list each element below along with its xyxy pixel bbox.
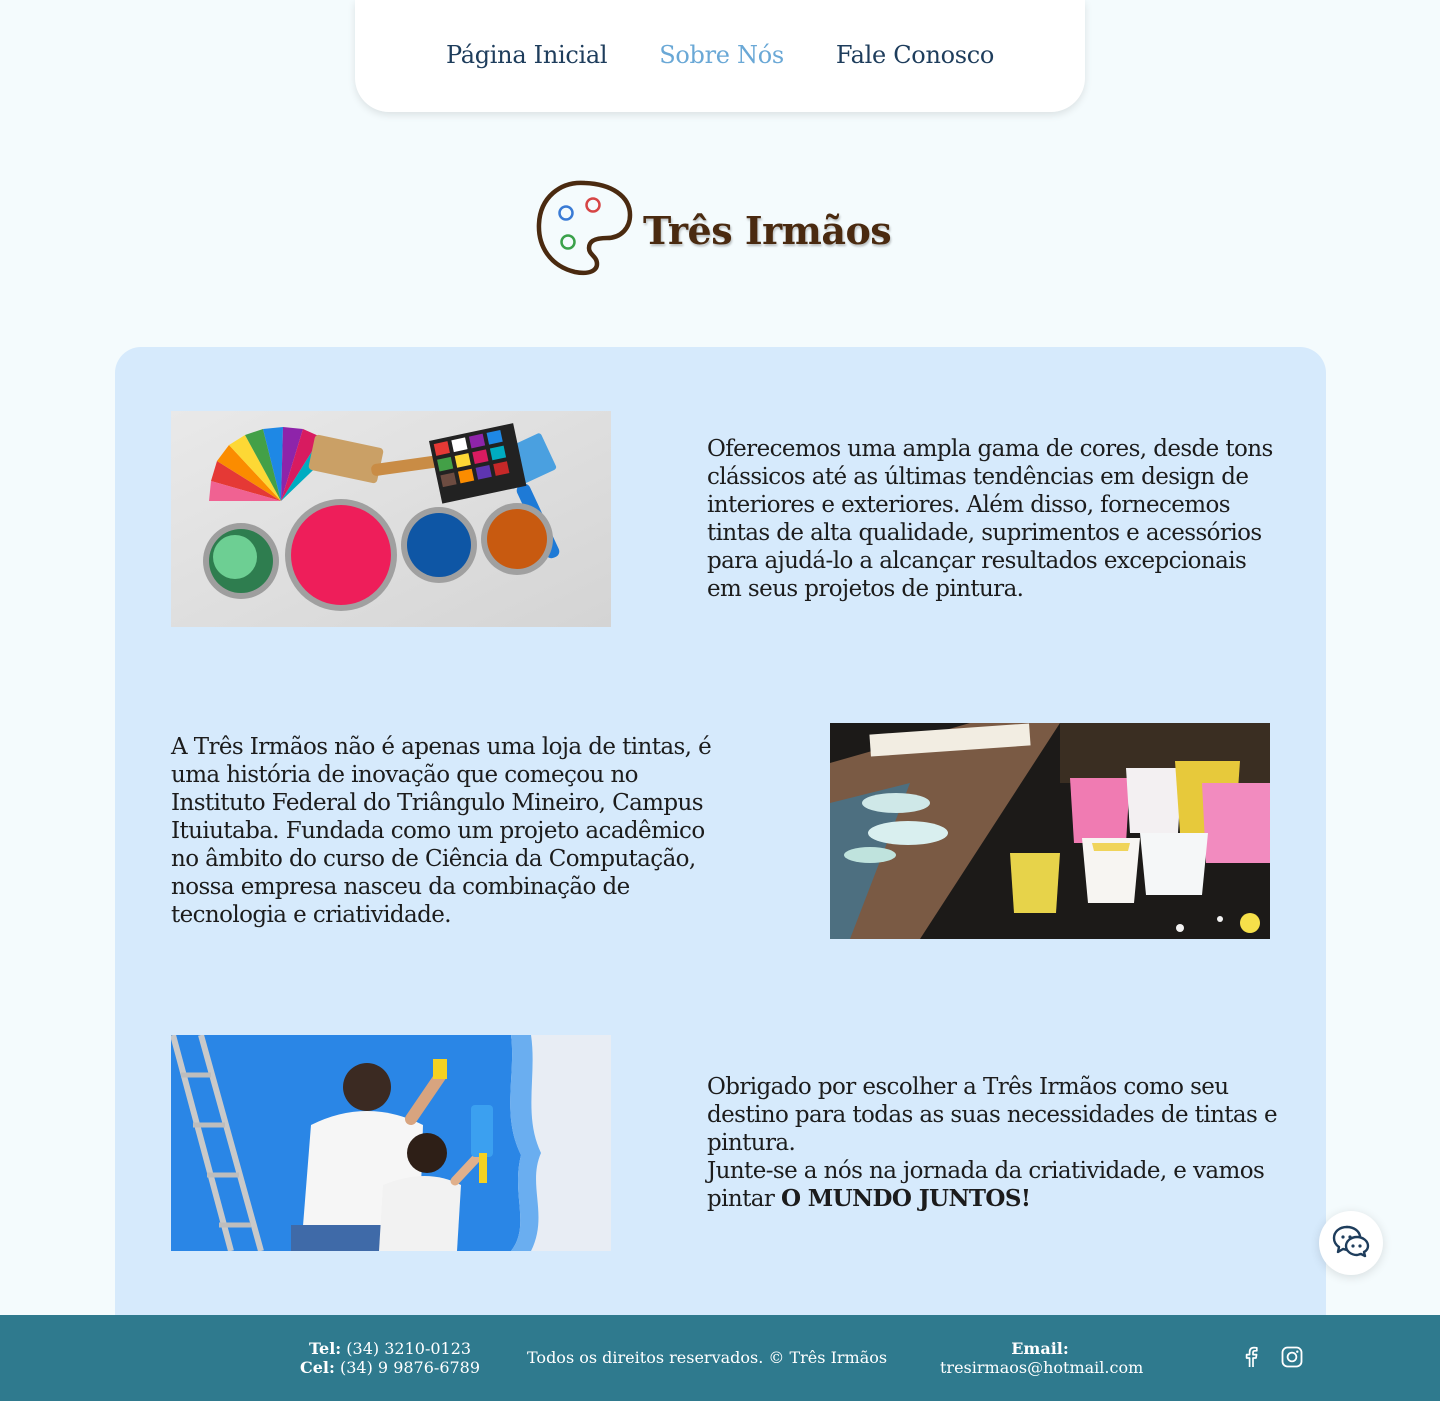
thanks-paragraph: Obrigado por escolher a Três Irmãos como… bbox=[707, 1073, 1278, 1213]
instagram-icon[interactable] bbox=[1280, 1345, 1304, 1373]
chat-bubbles-icon bbox=[1332, 1224, 1370, 1262]
nav-link-about[interactable]: Sobre Nós bbox=[659, 41, 784, 69]
email-address[interactable]: tresirmaos@hotmail.com bbox=[940, 1358, 1143, 1377]
thanks-line: Obrigado por escolher a Três Irmãos como… bbox=[707, 1074, 1278, 1156]
tel-label: Tel: bbox=[308, 1339, 342, 1358]
footer: Tel: (34) 3210-0123 Cel: (34) 9 9876-678… bbox=[0, 1315, 1440, 1401]
paint-supplies-image bbox=[171, 411, 611, 627]
chat-button[interactable] bbox=[1319, 1211, 1383, 1275]
history-paragraph: A Três Irmãos não é apenas uma loja de t… bbox=[171, 734, 712, 928]
brand-logo[interactable]: Três Irmãos bbox=[535, 178, 892, 282]
top-navigation: Página Inicial Sobre Nós Fale Conosco bbox=[355, 0, 1085, 112]
nav-link-home[interactable]: Página Inicial bbox=[446, 41, 608, 69]
footer-email: Email: tresirmaos@hotmail.com bbox=[940, 1339, 1143, 1377]
cel-label: Cel: bbox=[300, 1358, 335, 1377]
nav-link-contact[interactable]: Fale Conosco bbox=[836, 41, 994, 69]
email-label: Email: bbox=[1011, 1339, 1069, 1358]
social-links bbox=[1240, 1345, 1304, 1373]
offer-paragraph: Oferecemos uma ampla gama de cores, desd… bbox=[707, 436, 1273, 602]
palette-icon bbox=[535, 178, 633, 282]
cel-number[interactable]: (34) 9 9876-6789 bbox=[340, 1358, 480, 1377]
brand-title: Três Irmãos bbox=[643, 207, 892, 253]
paint-cans-table-image bbox=[830, 723, 1270, 939]
slogan-text: O MUNDO JUNTOS! bbox=[780, 1185, 1031, 1212]
copyright-text: Todos os direitos reservados. © Três Irm… bbox=[527, 1348, 888, 1367]
about-card: Oferecemos uma ampla gama de cores, desd… bbox=[115, 347, 1326, 1347]
facebook-icon[interactable] bbox=[1240, 1345, 1262, 1373]
painting-wall-image bbox=[171, 1035, 611, 1251]
footer-phones: Tel: (34) 3210-0123 Cel: (34) 9 9876-678… bbox=[300, 1339, 480, 1377]
tel-number[interactable]: (34) 3210-0123 bbox=[346, 1339, 471, 1358]
